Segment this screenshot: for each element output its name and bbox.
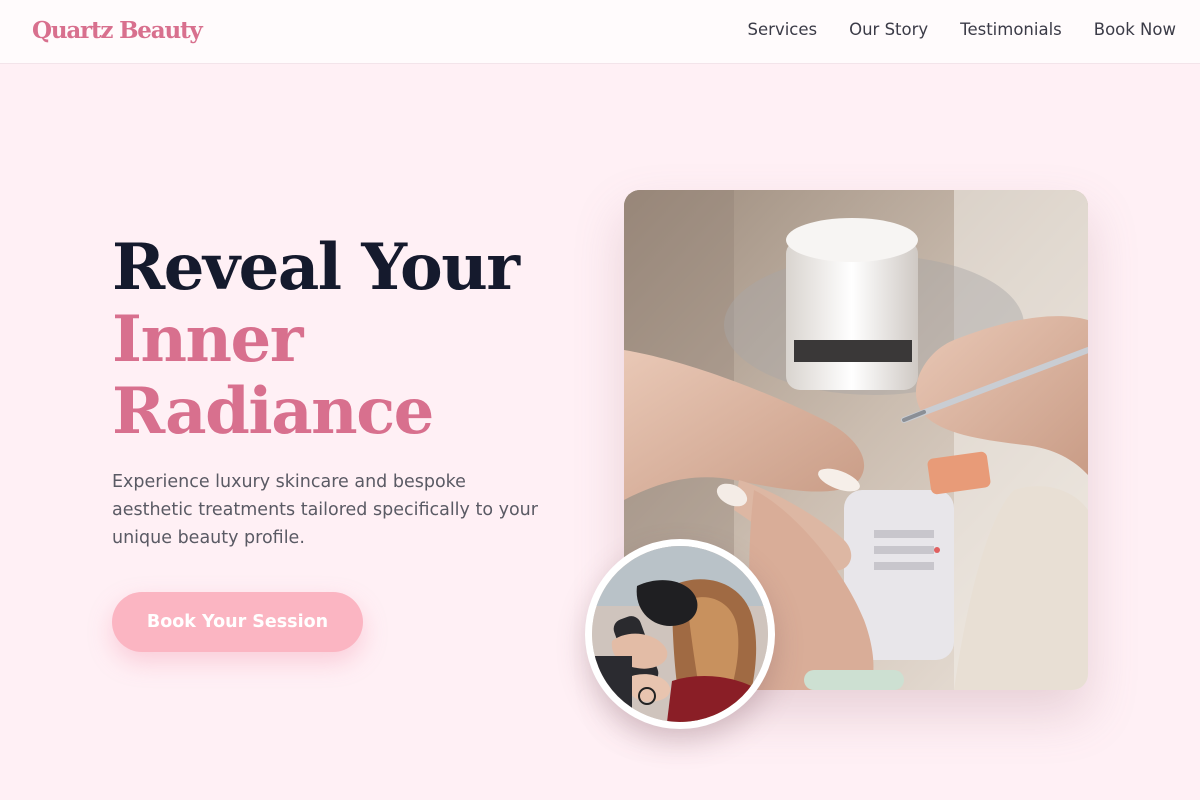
hair-styling-illustration — [592, 546, 768, 722]
headline-line-2: Inner — [112, 302, 303, 377]
brand-logo[interactable]: Quartz Beauty — [32, 17, 203, 44]
main-nav: Services Our Story Testimonials Book Now — [748, 20, 1176, 39]
nav-link-book-now[interactable]: Book Now — [1094, 20, 1176, 39]
book-session-button[interactable]: Book Your Session — [112, 592, 363, 652]
nav-link-testimonials[interactable]: Testimonials — [960, 20, 1062, 39]
site-header: Quartz Beauty Services Our Story Testimo… — [0, 0, 1200, 64]
nav-link-our-story[interactable]: Our Story — [849, 20, 928, 39]
nav-link-services[interactable]: Services — [748, 20, 818, 39]
hair-styling-photo — [585, 539, 775, 729]
headline-line-1: Reveal Your — [112, 230, 520, 305]
hero-subtext: Experience luxury skincare and bespoke a… — [112, 472, 538, 548]
headline-line-3: Radiance — [112, 374, 434, 449]
hero-headline: Reveal Your Inner Radiance — [112, 230, 520, 449]
